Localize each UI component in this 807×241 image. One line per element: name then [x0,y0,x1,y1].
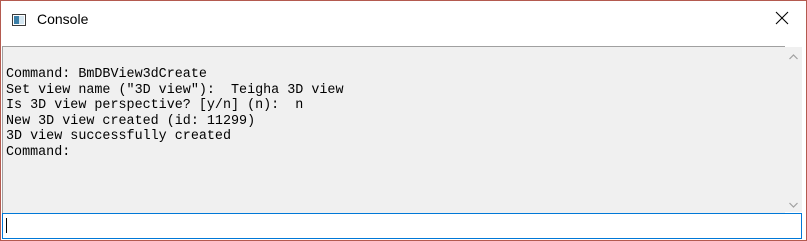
output-line: Set view name ("3D view"): Teigha 3D vie… [6,82,344,98]
console-window: Console Command: BmDBView3dCreate Set vi… [0,0,807,241]
console-window-icon [12,13,26,26]
title-bar[interactable]: Console [1,1,806,39]
vertical-scrollbar[interactable] [785,47,802,212]
command-input[interactable] [2,213,802,239]
output-lines: Command: BmDBView3dCreate Set view name … [6,67,344,161]
scroll-down-arrow-icon [789,195,798,213]
output-line: Command: BmDBView3dCreate [6,67,207,82]
scroll-down-button[interactable] [785,195,802,212]
output-line: New 3D view created (id: 11299) [6,113,256,129]
scroll-up-arrow-icon [789,47,798,65]
output-line: Is 3D view perspective? [y/n] (n): n [6,98,304,114]
scroll-track[interactable] [785,64,802,195]
text-caret [6,218,7,233]
window-title: Console [37,11,89,27]
output-line: Command: [6,144,71,160]
scroll-up-button[interactable] [785,47,802,64]
close-icon [775,11,789,30]
console-output[interactable]: Command: BmDBView3dCreate Set view name … [2,46,785,213]
close-button[interactable] [759,1,805,39]
output-line: 3D view successfully created [6,129,231,145]
